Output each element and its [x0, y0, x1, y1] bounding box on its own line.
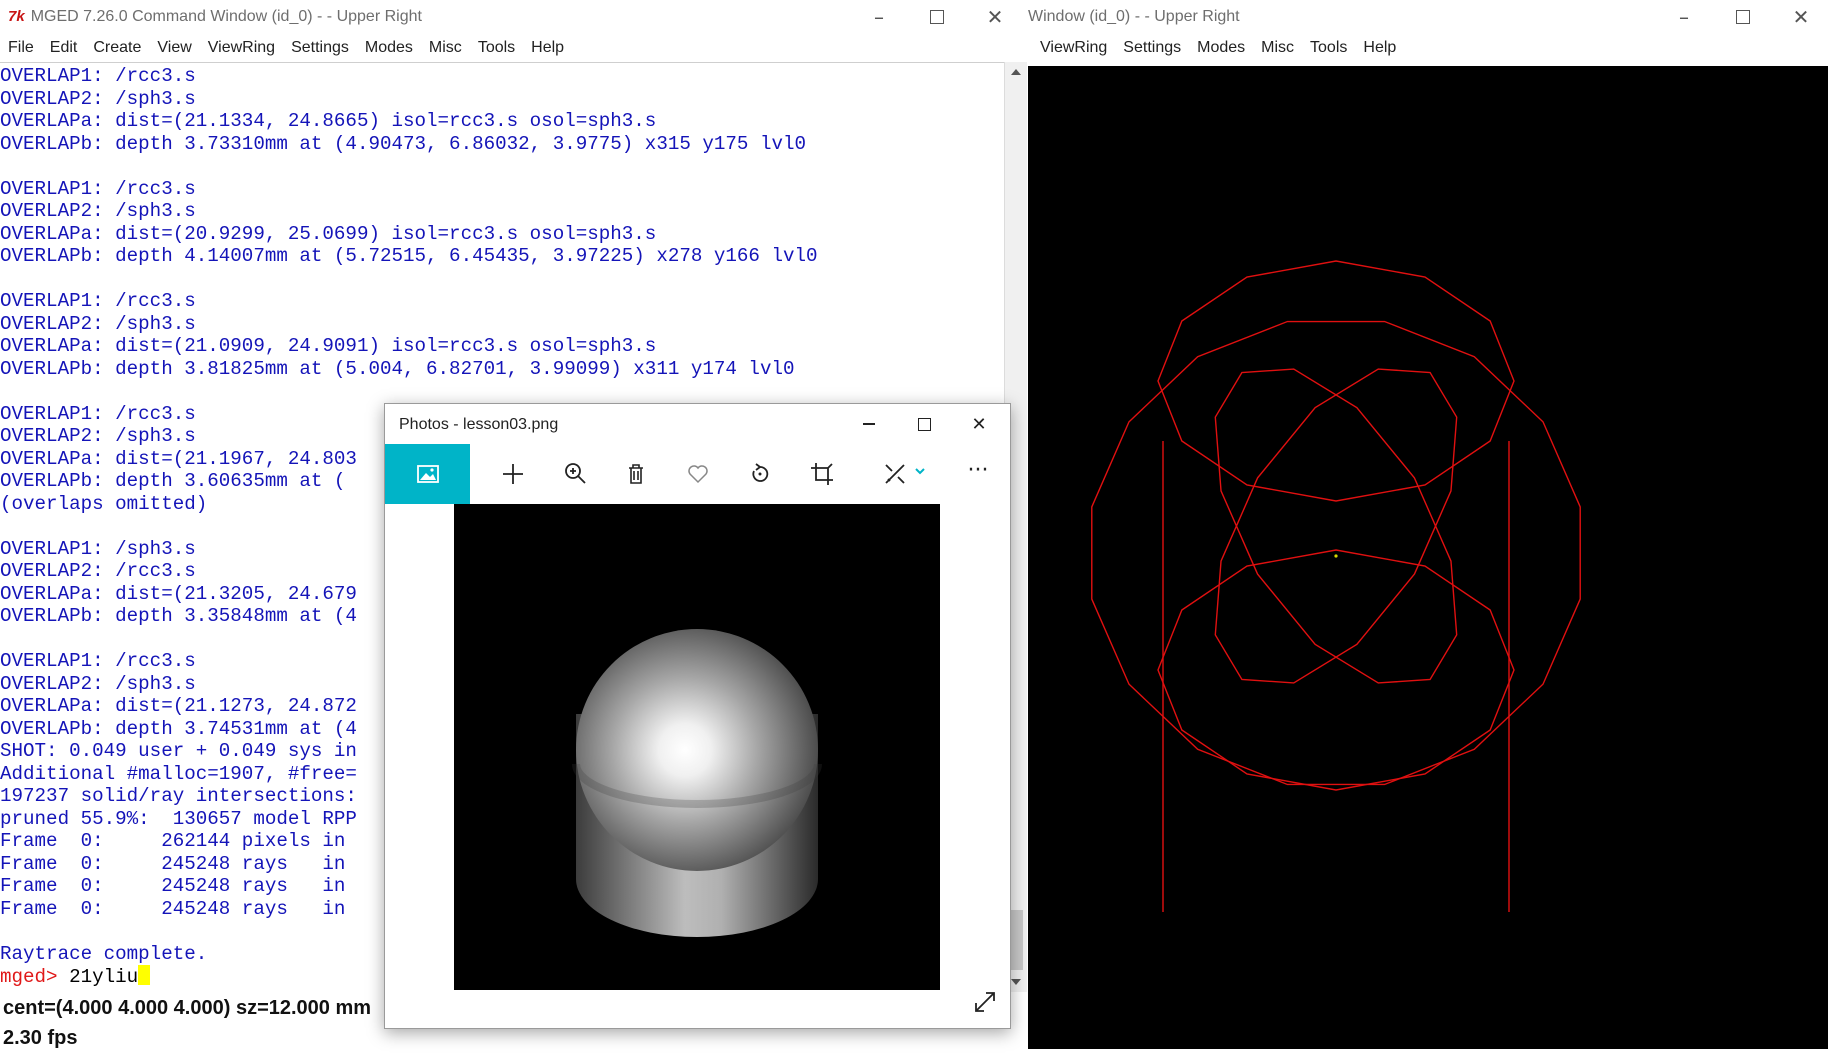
maximize-icon[interactable]: [1732, 6, 1754, 28]
photo-canvas[interactable]: [454, 504, 940, 990]
graphics-window-title: Window (id_0) - - Upper Right: [1028, 7, 1240, 25]
scroll-thumb[interactable]: [1009, 910, 1023, 970]
close-icon[interactable]: ✕: [984, 5, 1006, 29]
more-icon[interactable]: ···: [963, 458, 993, 488]
photos-window: Photos - lesson03.png ✕ ···: [384, 403, 1011, 1029]
wireframe-view: [1091, 260, 1581, 912]
console-line: OVERLAPa: dist=(20.9299, 25.0699) isol=r…: [0, 222, 657, 245]
menu-misc[interactable]: Misc: [1261, 39, 1294, 57]
sphere-meridian-left: [1214, 368, 1458, 684]
menu-viewring[interactable]: ViewRing: [208, 39, 275, 57]
status-view-info: cent=(4.000 4.000 4.000) sz=12.000 mm: [3, 997, 372, 1019]
console-line: OVERLAP2: /sph3.s: [0, 312, 196, 335]
tk-app-icon: 7k: [8, 8, 25, 25]
menu-misc[interactable]: Misc: [429, 39, 462, 57]
chevron-down-icon[interactable]: [913, 464, 927, 478]
prompt-label: mged>: [0, 966, 58, 988]
minimize-icon[interactable]: –: [1673, 5, 1695, 29]
sphere-silhouette: [1091, 320, 1581, 786]
console-line: OVERLAPa: dist=(21.1334, 24.8665) isol=r…: [0, 110, 657, 132]
console-line: OVERLAP1: /rcc3.s: [0, 177, 196, 200]
menu-modes[interactable]: Modes: [365, 39, 413, 57]
menu-viewring[interactable]: ViewRing: [1040, 39, 1107, 57]
menubar-divider: [0, 62, 1026, 63]
console-line: OVERLAPa: dist=(21.0909, 24.9091) isol=r…: [0, 335, 657, 357]
menu-help[interactable]: Help: [1363, 39, 1396, 57]
zoom-icon[interactable]: [560, 459, 590, 489]
menu-view[interactable]: View: [157, 39, 191, 57]
menu-file[interactable]: File: [8, 39, 34, 57]
sphere-cap: [576, 629, 818, 871]
menu-settings[interactable]: Settings: [1123, 39, 1181, 57]
console-line: OVERLAPb: depth 3.81825mm at (5.004, 6.8…: [0, 357, 795, 380]
photos-minimize-icon[interactable]: [857, 412, 881, 436]
delete-icon[interactable]: [621, 459, 651, 489]
sphere-meridian-right: [1214, 368, 1458, 684]
photos-maximize-icon[interactable]: [912, 412, 936, 436]
rendered-image: [572, 629, 822, 937]
photos-close-icon[interactable]: ✕: [967, 412, 991, 436]
close-icon[interactable]: ✕: [1790, 5, 1812, 29]
photos-toolbar: ···: [385, 444, 1010, 504]
scroll-up-icon[interactable]: [1005, 62, 1027, 82]
crop-icon[interactable]: [807, 459, 837, 489]
image-icon[interactable]: [385, 444, 470, 504]
command-input[interactable]: 21yliu: [69, 966, 138, 988]
cylinder-top-ellipse: [1157, 260, 1515, 502]
menu-create[interactable]: Create: [93, 39, 141, 57]
console-line: OVERLAP2: /sph3.s: [0, 87, 196, 110]
menu-tools[interactable]: Tools: [478, 39, 515, 57]
graphics-viewport[interactable]: [1028, 66, 1828, 1049]
photos-title: Photos - lesson03.png: [399, 416, 559, 433]
graphics-menubar: ViewRing Settings Modes Misc Tools Help: [1040, 33, 1820, 63]
console-line: OVERLAPb: depth 4.14007mm at (5.72515, 6…: [0, 245, 818, 267]
text-cursor: [138, 965, 151, 985]
menu-edit[interactable]: Edit: [50, 39, 78, 57]
minimize-icon[interactable]: –: [868, 5, 890, 29]
rotate-icon[interactable]: [745, 459, 775, 489]
photos-titlebar: Photos - lesson03.png ✕: [385, 404, 1010, 444]
console-line: OVERLAP1: /rcc3.s: [0, 65, 196, 87]
console-line: OVERLAP2: /sph3.s: [0, 200, 196, 222]
view-center-dot: [1334, 554, 1338, 558]
command-window-title: MGED 7.26.0 Command Window (id_0) - - Up…: [30, 7, 422, 25]
menu-tools[interactable]: Tools: [1310, 39, 1347, 57]
status-fps: 2.30 fps: [3, 1027, 78, 1049]
graphics-window-titlebar: Window (id_0) - - Upper Right: [1028, 0, 1831, 33]
menu-settings[interactable]: Settings: [291, 39, 349, 57]
add-icon[interactable]: [498, 459, 528, 489]
menu-modes[interactable]: Modes: [1197, 39, 1245, 57]
command-menubar: File Edit Create View ViewRing Settings …: [8, 33, 1018, 63]
console-line: OVERLAP1: /rcc3.s: [0, 290, 196, 312]
menu-help[interactable]: Help: [531, 39, 564, 57]
expand-icon[interactable]: [970, 987, 1000, 1017]
console-line: OVERLAPb: depth 3.73310mm at (4.90473, 6…: [0, 132, 807, 155]
favorite-icon[interactable]: [683, 459, 713, 489]
maximize-icon[interactable]: [926, 6, 948, 28]
edit-icon[interactable]: [880, 459, 910, 489]
